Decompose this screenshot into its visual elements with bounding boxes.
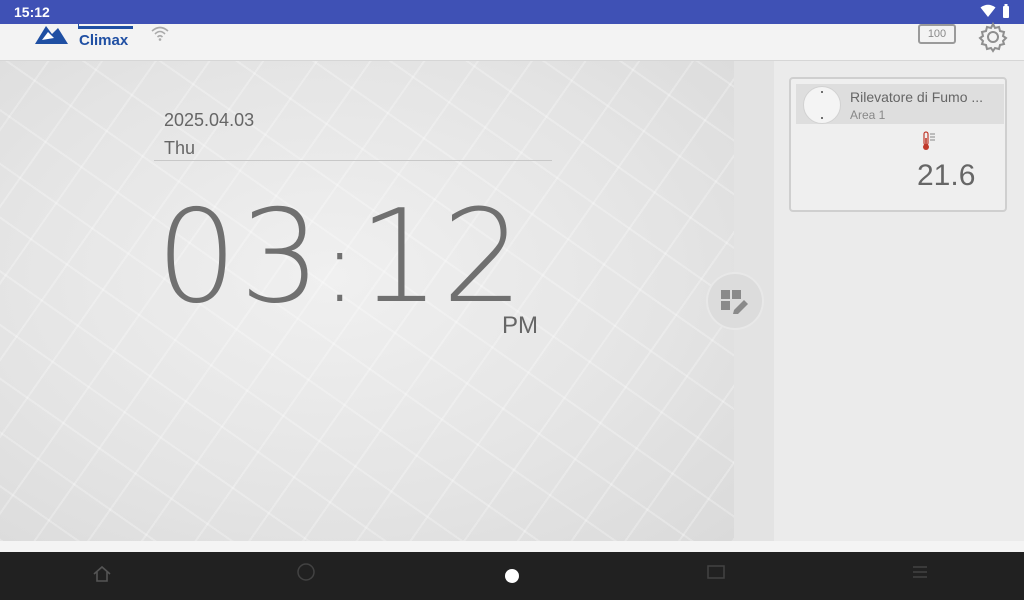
home-dot[interactable] <box>505 569 519 583</box>
logo-text: Climax <box>79 32 129 49</box>
battery-level-indicator: 100 <box>918 24 956 44</box>
battery-icon <box>1003 4 1009 18</box>
list-icon[interactable] <box>910 562 930 582</box>
home-icon[interactable] <box>92 564 112 584</box>
device-area: Area 1 <box>850 108 886 122</box>
day-label: Thu <box>164 138 196 158</box>
clock-minutes: 12 <box>358 183 526 332</box>
smoke-detector-icon <box>803 86 841 124</box>
bottom-strip <box>0 541 1024 552</box>
clock-time: 03:12 <box>156 178 525 347</box>
edit-widgets-button[interactable] <box>708 274 762 328</box>
clock-hours: 03 <box>156 183 323 332</box>
device-name: Rilevatore di Fumo ... <box>850 89 984 105</box>
widget-edit-icon <box>721 290 748 314</box>
card-icon[interactable] <box>706 562 726 582</box>
app-header: Climax 100 <box>0 21 1024 61</box>
wifi-signal-icon <box>151 26 169 41</box>
date-label: 2025.04.03 <box>164 110 255 130</box>
device-card[interactable]: Rilevatore di Fumo ... Area 1 21.6 <box>789 77 1007 212</box>
logo-icon <box>35 24 79 44</box>
thermometer-icon <box>923 131 935 150</box>
circle-icon[interactable] <box>296 562 316 582</box>
navigation-bar <box>0 541 1024 600</box>
device-card-header: Rilevatore di Fumo ... Area 1 <box>796 84 1004 124</box>
settings-gear-icon[interactable] <box>976 20 1010 54</box>
wifi-icon <box>980 4 996 17</box>
status-bar: 15:12 <box>0 0 1024 24</box>
ampm-label: PM <box>502 312 538 339</box>
status-icons <box>980 4 1010 18</box>
temperature-value: 21.6 <box>917 159 976 192</box>
date-divider <box>154 160 552 161</box>
clock-colon: : <box>322 208 359 325</box>
status-time: 15:12 <box>14 4 50 20</box>
